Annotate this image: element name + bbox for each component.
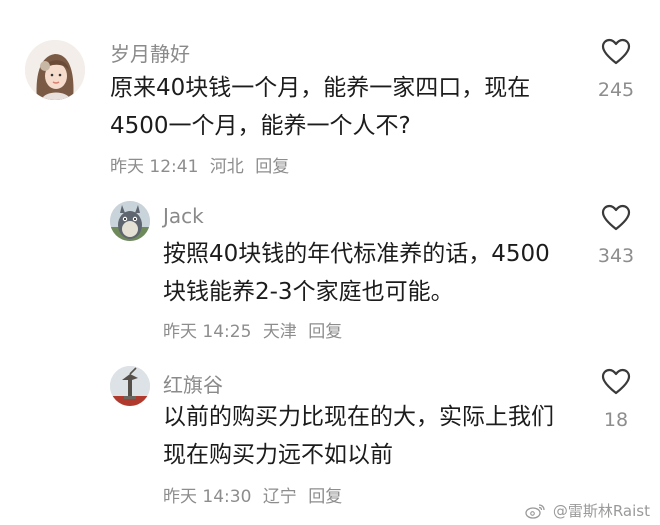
heart-icon [601, 204, 631, 231]
comment-username[interactable]: 岁月静好 [110, 38, 190, 67]
comment-text-line: 块钱能养2-3个家庭也可能。 [163, 279, 454, 305]
avatar[interactable] [110, 201, 150, 241]
comment-item: 红旗谷 以前的购买力比现在的大，实际上我们 现在购买力远不如以前 昨天 14:3… [0, 358, 660, 518]
avatar[interactable] [25, 40, 85, 100]
avatar[interactable] [110, 366, 150, 406]
comment-username[interactable]: Jack [163, 204, 204, 228]
like-count: 18 [603, 409, 629, 431]
reply-button[interactable]: 回复 [255, 157, 289, 177]
avatar-monument-icon [110, 366, 150, 406]
reply-button[interactable]: 回复 [308, 322, 342, 342]
comment-meta: 昨天 14:25 天津 回复 [163, 317, 348, 342]
comment-text-line: 按照40块钱的年代标准养的话，4500 [163, 241, 550, 267]
like-button[interactable]: 245 [586, 38, 646, 101]
reply-button[interactable]: 回复 [308, 487, 342, 507]
comment-text: 以前的购买力比现在的大，实际上我们 现在购买力远不如以前 [163, 398, 554, 474]
like-button[interactable]: 18 [586, 368, 646, 431]
comment-time: 昨天 14:25 [163, 322, 252, 342]
like-count: 245 [597, 79, 635, 101]
avatar-girl-icon [25, 40, 85, 100]
comment-text: 原来40块钱一个月，能养一家四口，现在 4500一个月，能养一个人不? [110, 69, 530, 145]
comment-location: 辽宁 [262, 487, 297, 507]
comment-meta: 昨天 12:41 河北 回复 [110, 152, 295, 177]
avatar-totoro-icon [110, 201, 150, 241]
comment-time: 昨天 12:41 [110, 157, 199, 177]
like-count: 343 [597, 245, 635, 267]
comment-meta: 昨天 14:30 辽宁 回复 [163, 482, 348, 507]
watermark-text: @雷斯林Raist [552, 502, 650, 520]
comment-location: 天津 [262, 322, 297, 342]
weibo-logo-icon [525, 504, 545, 519]
comment-text-line: 以前的购买力比现在的大，实际上我们 [163, 404, 554, 430]
comment-text: 按照40块钱的年代标准养的话，4500 块钱能养2-3个家庭也可能。 [163, 235, 550, 311]
like-button[interactable]: 343 [586, 204, 646, 267]
comment-item: 岁月静好 原来40块钱一个月，能养一家四口，现在 4500一个月，能养一个人不?… [0, 0, 660, 200]
heart-icon [601, 368, 631, 395]
comment-username[interactable]: 红旗谷 [163, 369, 223, 398]
comment-location: 河北 [209, 157, 244, 177]
comment-text-line: 现在购买力远不如以前 [163, 442, 393, 468]
comment-item: Jack 按照40块钱的年代标准养的话，4500 块钱能养2-3个家庭也可能。 … [0, 195, 660, 355]
comment-time: 昨天 14:30 [163, 487, 252, 507]
watermark: @雷斯林Raist [525, 500, 650, 521]
comment-text-line: 原来40块钱一个月，能养一家四口，现在 [110, 75, 531, 101]
heart-icon [601, 38, 631, 65]
comment-text-line: 4500一个月，能养一个人不? [110, 113, 411, 139]
